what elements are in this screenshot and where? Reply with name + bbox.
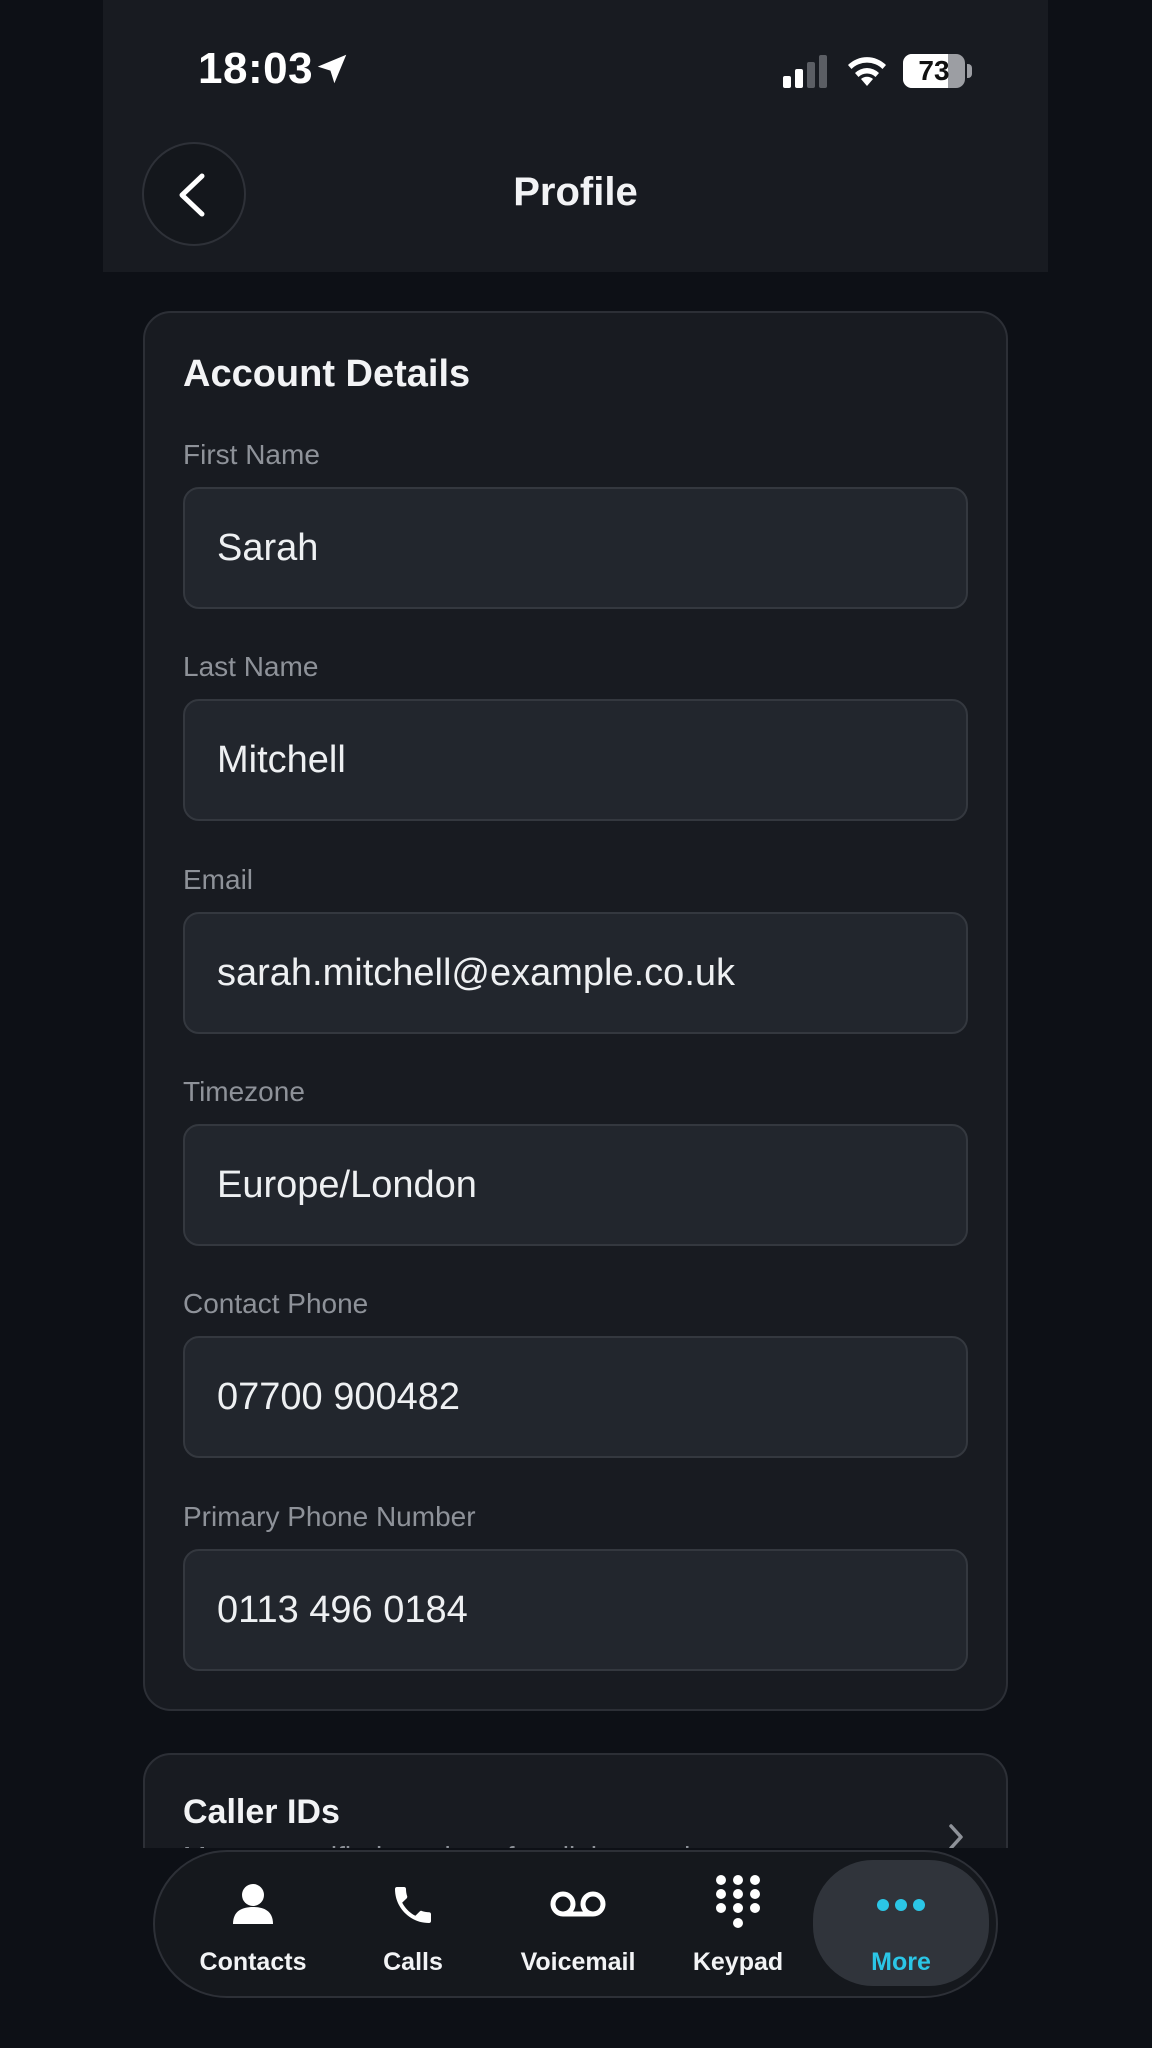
tab-keypad[interactable]: Keypad: [663, 1852, 813, 1996]
last-name-field[interactable]: Mitchell: [183, 699, 968, 821]
timezone-label: Timezone: [183, 1076, 305, 1107]
email-value: sarah.mitchell@example.co.uk: [217, 952, 736, 994]
battery-indicator: 73: [903, 54, 965, 88]
tab-more[interactable]: More: [813, 1860, 989, 1986]
email-field[interactable]: sarah.mitchell@example.co.uk: [183, 912, 968, 1034]
account-details-card: Account Details First Name Sarah Last Na…: [143, 311, 1008, 1711]
first-name-value: Sarah: [217, 527, 319, 569]
first-name-label: First Name: [183, 439, 320, 470]
phone-icon: [395, 1887, 431, 1923]
signal-icon: [783, 55, 827, 88]
tab-bar: Contacts Calls Voicemail Keypad More: [153, 1850, 998, 1998]
primary-phone-label: Primary Phone Number: [183, 1501, 476, 1532]
location-arrow-icon: [317, 54, 347, 84]
last-name-label: Last Name: [183, 651, 319, 682]
more-icon: [877, 1899, 925, 1911]
primary-phone-value: 0113 496 0184: [217, 1589, 468, 1631]
first-name-field[interactable]: Sarah: [183, 487, 968, 609]
phone-screen: 18:03 73 Profile Account Details First N…: [103, 0, 1048, 2048]
status-time: 18:03: [198, 44, 314, 93]
contact-phone-value: 07700 900482: [217, 1376, 461, 1418]
voicemail-icon: [550, 1891, 606, 1917]
tab-voicemail-label: Voicemail: [520, 1948, 636, 1976]
header: 18:03 73 Profile: [103, 0, 1048, 272]
tab-voicemail[interactable]: Voicemail: [493, 1852, 663, 1996]
tab-calls-label: Calls: [383, 1948, 443, 1976]
contact-phone-field[interactable]: 07700 900482: [183, 1336, 968, 1458]
account-details-title: Account Details: [183, 353, 471, 395]
timezone-field[interactable]: Europe/London: [183, 1124, 968, 1246]
tab-keypad-label: Keypad: [692, 1948, 784, 1976]
contact-phone-label: Contact Phone: [183, 1288, 369, 1319]
timezone-value: Europe/London: [217, 1164, 477, 1206]
tab-more-label: More: [871, 1948, 931, 1976]
person-icon: [233, 1884, 273, 1924]
tab-contacts-label: Contacts: [199, 1948, 307, 1976]
battery-tip: [967, 64, 972, 78]
page-title: Profile: [513, 170, 638, 214]
email-label: Email: [183, 864, 254, 895]
primary-phone-field[interactable]: 0113 496 0184: [183, 1549, 968, 1671]
caller-ids-title: Caller IDs: [183, 1793, 340, 1831]
battery-percent: 73: [918, 55, 950, 86]
tab-calls[interactable]: Calls: [333, 1852, 493, 1996]
last-name-value: Mitchell: [217, 739, 346, 781]
wifi-icon: [848, 57, 886, 86]
keypad-icon: [716, 1875, 760, 1928]
tab-contacts[interactable]: Contacts: [173, 1852, 333, 1996]
